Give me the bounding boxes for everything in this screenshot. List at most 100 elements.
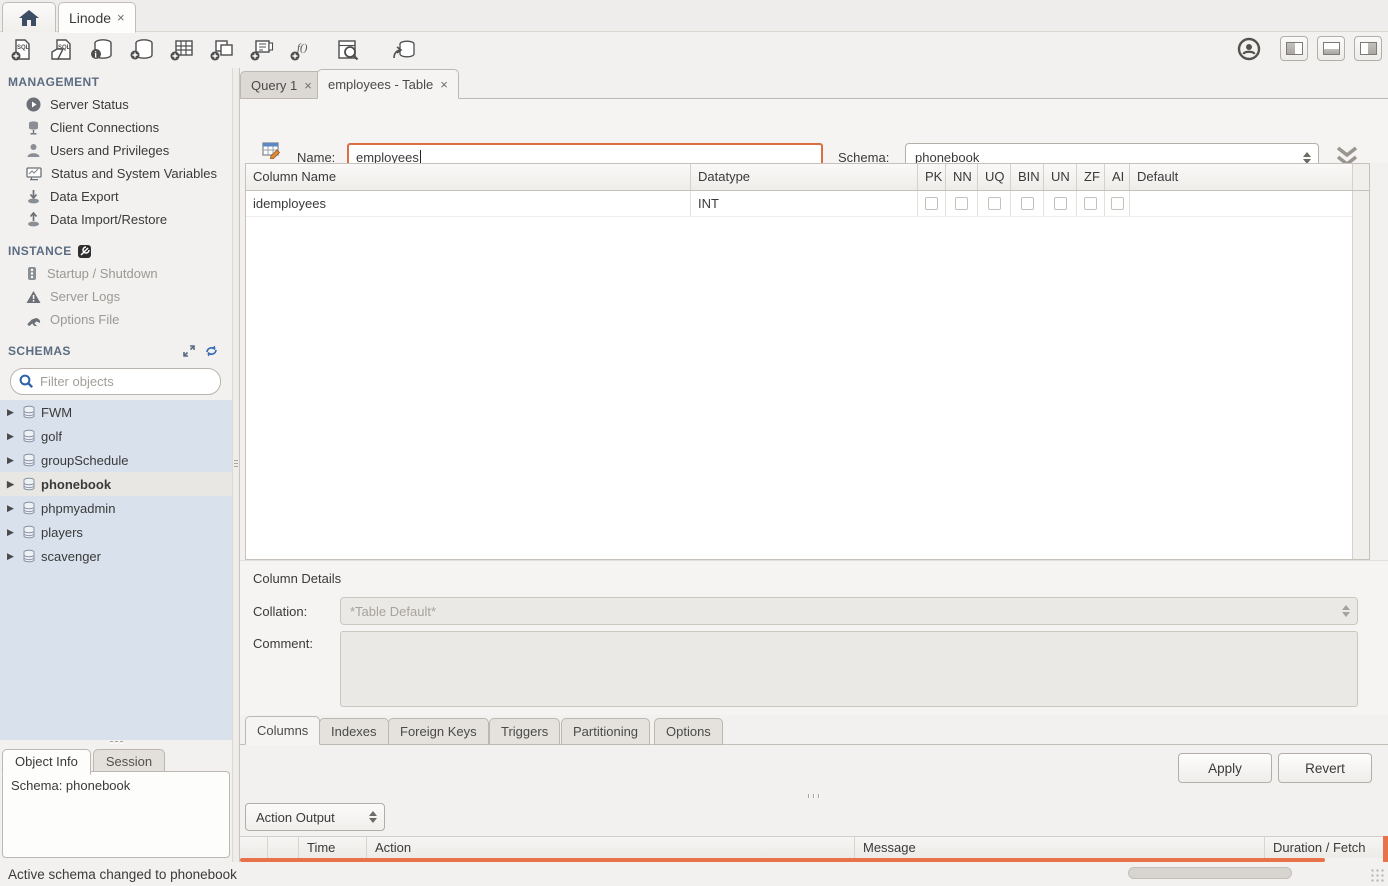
- open-sql-script-icon[interactable]: SQL: [48, 36, 76, 64]
- output-header-message[interactable]: Message: [855, 837, 1265, 858]
- expander-icon[interactable]: ▶: [7, 455, 17, 466]
- sidebar: MANAGEMENT Server Status Client Connecti…: [0, 68, 232, 862]
- expander-icon[interactable]: ▶: [7, 503, 17, 514]
- tab-query-1[interactable]: Query 1 ×: [240, 71, 323, 99]
- output-grid-header: Time Action Message Duration / Fetch: [240, 836, 1388, 858]
- schema-filter[interactable]: [10, 368, 221, 395]
- schema-item-players[interactable]: ▶ players: [0, 520, 232, 544]
- pk-checkbox[interactable]: [925, 197, 938, 210]
- panel-splitter-handle[interactable]: [0, 740, 232, 744]
- apply-button[interactable]: Apply: [1178, 753, 1272, 783]
- cell-datatype[interactable]: INT: [691, 191, 918, 216]
- close-icon[interactable]: ×: [117, 10, 125, 25]
- expander-icon[interactable]: ▶: [7, 527, 17, 538]
- create-function-icon[interactable]: f(): [288, 36, 316, 64]
- revert-button[interactable]: Revert: [1278, 753, 1372, 783]
- nn-checkbox[interactable]: [955, 197, 968, 210]
- col-header-column-name[interactable]: Column Name: [246, 164, 691, 190]
- schema-item-phonebook[interactable]: ▶ phonebook: [0, 472, 232, 496]
- subtab-indexes[interactable]: Indexes: [319, 718, 389, 745]
- output-header-icon-col: [240, 837, 268, 858]
- bin-checkbox[interactable]: [1021, 197, 1034, 210]
- inspect-database-icon[interactable]: i: [88, 36, 116, 64]
- expander-icon[interactable]: ▶: [7, 479, 17, 490]
- output-splitter[interactable]: [240, 792, 1388, 800]
- close-icon[interactable]: ×: [304, 78, 312, 93]
- zf-checkbox[interactable]: [1084, 197, 1097, 210]
- expander-icon[interactable]: ▶: [7, 407, 17, 418]
- home-tab[interactable]: [2, 2, 56, 32]
- schema-item-groupschedule[interactable]: ▶ groupSchedule: [0, 448, 232, 472]
- uq-checkbox[interactable]: [988, 197, 1001, 210]
- sidebar-item-users-privileges[interactable]: Users and Privileges: [0, 139, 232, 162]
- output-header-action[interactable]: Action: [367, 837, 855, 858]
- col-header-bin[interactable]: BIN: [1011, 164, 1044, 190]
- refresh-schemas-icon[interactable]: [205, 345, 218, 357]
- sidebar-splitter[interactable]: [232, 68, 240, 862]
- sidebar-item-options-file[interactable]: Options File: [0, 308, 232, 331]
- search-table-data-icon[interactable]: [334, 36, 362, 64]
- subtab-partitioning[interactable]: Partitioning: [561, 718, 650, 745]
- toggle-bottom-panel-icon[interactable]: [1317, 36, 1345, 61]
- col-header-default[interactable]: Default: [1130, 164, 1352, 190]
- sidebar-item-server-status[interactable]: Server Status: [0, 93, 232, 116]
- toggle-left-panel-icon[interactable]: [1280, 36, 1308, 61]
- col-header-un[interactable]: UN: [1044, 164, 1077, 190]
- spinner-arrows-icon[interactable]: [369, 811, 377, 823]
- schema-item-phpmyadmin[interactable]: ▶ phpmyadmin: [0, 496, 232, 520]
- tab-object-info[interactable]: Object Info: [2, 749, 91, 775]
- schema-name: phonebook: [41, 477, 111, 492]
- schema-name: groupSchedule: [41, 453, 128, 468]
- col-header-datatype[interactable]: Datatype: [691, 164, 918, 190]
- col-header-ai[interactable]: AI: [1105, 164, 1130, 190]
- expander-icon[interactable]: ▶: [7, 431, 17, 442]
- ai-checkbox[interactable]: [1111, 197, 1124, 210]
- connection-tab[interactable]: Linode ×: [58, 2, 136, 33]
- subtab-columns[interactable]: Columns: [245, 716, 320, 745]
- schema-tree: ▶ FWM ▶ golf ▶ groupSchedule ▶ phonebook…: [0, 400, 232, 740]
- sidebar-item-startup-shutdown[interactable]: Startup / Shutdown: [0, 262, 232, 285]
- reconnect-dbms-icon[interactable]: [390, 36, 418, 64]
- col-header-zf[interactable]: ZF: [1077, 164, 1105, 190]
- output-hscrollbar[interactable]: [1128, 867, 1292, 879]
- table-row[interactable]: idemployees INT: [246, 191, 1352, 217]
- un-checkbox[interactable]: [1054, 197, 1067, 210]
- create-procedure-icon[interactable]: [248, 36, 276, 64]
- schema-item-golf[interactable]: ▶ golf: [0, 424, 232, 448]
- startup-shutdown-icon: [26, 266, 38, 281]
- sidebar-item-data-export[interactable]: Data Export: [0, 185, 232, 208]
- output-header-duration[interactable]: Duration / Fetch: [1265, 837, 1388, 858]
- window-resize-grip[interactable]: [1370, 868, 1385, 883]
- close-icon[interactable]: ×: [440, 77, 448, 92]
- output-header-time[interactable]: Time: [299, 837, 367, 858]
- subtab-options[interactable]: Options: [654, 718, 723, 745]
- tab-employees-table[interactable]: employees - Table ×: [317, 69, 459, 99]
- subtab-foreign-keys[interactable]: Foreign Keys: [388, 718, 489, 745]
- sidebar-item-label: Server Status: [50, 97, 129, 112]
- vertical-scrollbar-thumb[interactable]: [1383, 836, 1388, 862]
- col-header-uq[interactable]: UQ: [978, 164, 1011, 190]
- output-selector[interactable]: Action Output: [245, 803, 385, 831]
- sidebar-item-client-connections[interactable]: Client Connections: [0, 116, 232, 139]
- sidebar-item-status-system-variables[interactable]: Status and System Variables: [0, 162, 232, 185]
- create-table-icon[interactable]: [168, 36, 196, 64]
- grid-scrollbar[interactable]: [1352, 191, 1369, 559]
- cell-default[interactable]: [1130, 191, 1352, 216]
- subtab-triggers[interactable]: Triggers: [489, 718, 560, 745]
- col-header-pk[interactable]: PK: [918, 164, 946, 190]
- spinner-arrows-icon[interactable]: [1303, 152, 1311, 164]
- filter-objects-input[interactable]: [40, 374, 216, 389]
- expand-schemas-icon[interactable]: [183, 345, 195, 357]
- cell-column-name[interactable]: idemployees: [246, 191, 691, 216]
- create-view-icon[interactable]: [208, 36, 236, 64]
- sidebar-item-server-logs[interactable]: Server Logs: [0, 285, 232, 308]
- col-header-nn[interactable]: NN: [946, 164, 978, 190]
- schema-item-scavenger[interactable]: ▶ scavenger: [0, 544, 232, 568]
- expander-icon[interactable]: ▶: [7, 551, 17, 562]
- create-schema-icon[interactable]: [128, 36, 156, 64]
- new-sql-tab-icon[interactable]: SQL: [8, 36, 36, 64]
- toggle-right-panel-icon[interactable]: [1354, 36, 1382, 61]
- sidebar-item-data-import[interactable]: Data Import/Restore: [0, 208, 232, 231]
- schema-item-fwm[interactable]: ▶ FWM: [0, 400, 232, 424]
- sidebar-item-label: Server Logs: [50, 289, 120, 304]
